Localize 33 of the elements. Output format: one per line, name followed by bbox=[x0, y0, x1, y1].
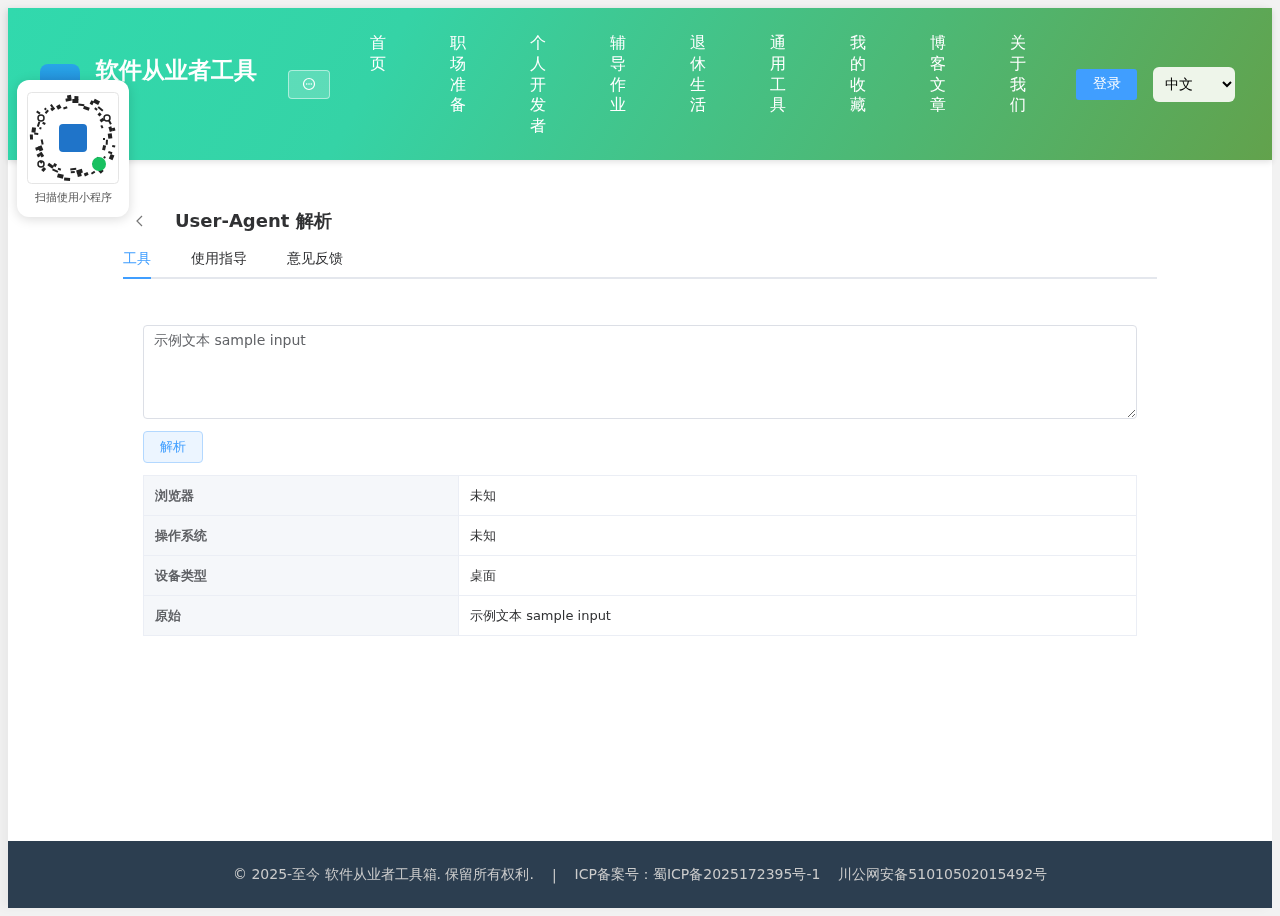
police-link[interactable]: 川公网安备51010502015492号 bbox=[838, 865, 1048, 884]
input-field[interactable]: 示例文本 sample input bbox=[143, 325, 1137, 419]
value-cell: 示例文本 sample input bbox=[458, 595, 1137, 636]
login-button[interactable]: 登录 bbox=[1076, 68, 1137, 100]
nav-link[interactable]: 职场准备 bbox=[450, 33, 466, 137]
label-cell: 浏览器 bbox=[143, 475, 459, 516]
nav-link[interactable]: 关于我们 bbox=[1010, 33, 1026, 137]
tab[interactable]: 工具 bbox=[123, 250, 151, 279]
nav-link[interactable]: 首页 bbox=[370, 33, 386, 137]
parse-button[interactable]: 解析 bbox=[143, 431, 203, 463]
language-select[interactable]: 中文 bbox=[1153, 66, 1235, 102]
nav-link[interactable]: 我的收藏 bbox=[850, 33, 866, 137]
nav-link[interactable]: 个人开发者 bbox=[530, 33, 546, 137]
chat-bubble-icon bbox=[302, 77, 316, 91]
value-cell: 桌面 bbox=[458, 555, 1137, 596]
separator-text: | bbox=[551, 866, 557, 883]
value-cell: 未知 bbox=[458, 475, 1137, 516]
icp-link[interactable]: ICP备案号：蜀ICP备2025172395号-1 bbox=[574, 865, 821, 884]
label-cell: 设备类型 bbox=[143, 555, 459, 596]
nav-link[interactable]: 退休生活 bbox=[690, 33, 706, 137]
qr-caption: 扫描使用小程序 bbox=[34, 190, 112, 205]
nav-link[interactable]: 辅导作业 bbox=[610, 33, 626, 137]
back-icon[interactable] bbox=[135, 215, 145, 227]
tab[interactable]: 意见反馈 bbox=[287, 250, 343, 279]
nav-link[interactable]: 博客文章 bbox=[930, 33, 946, 137]
copyright-text: © 2025-至今 软件从业者工具箱. 保留所有权利. bbox=[232, 865, 534, 884]
nav-link[interactable]: 通用工具 bbox=[770, 33, 786, 137]
label-cell: 原始 bbox=[143, 595, 459, 636]
site-title: 软件从业者工具 bbox=[96, 55, 257, 85]
value-cell: 未知 bbox=[458, 515, 1137, 556]
label-cell: 操作系统 bbox=[143, 515, 459, 556]
page-title: User-Agent 解析 bbox=[175, 209, 332, 233]
tab[interactable]: 使用指导 bbox=[191, 250, 247, 279]
